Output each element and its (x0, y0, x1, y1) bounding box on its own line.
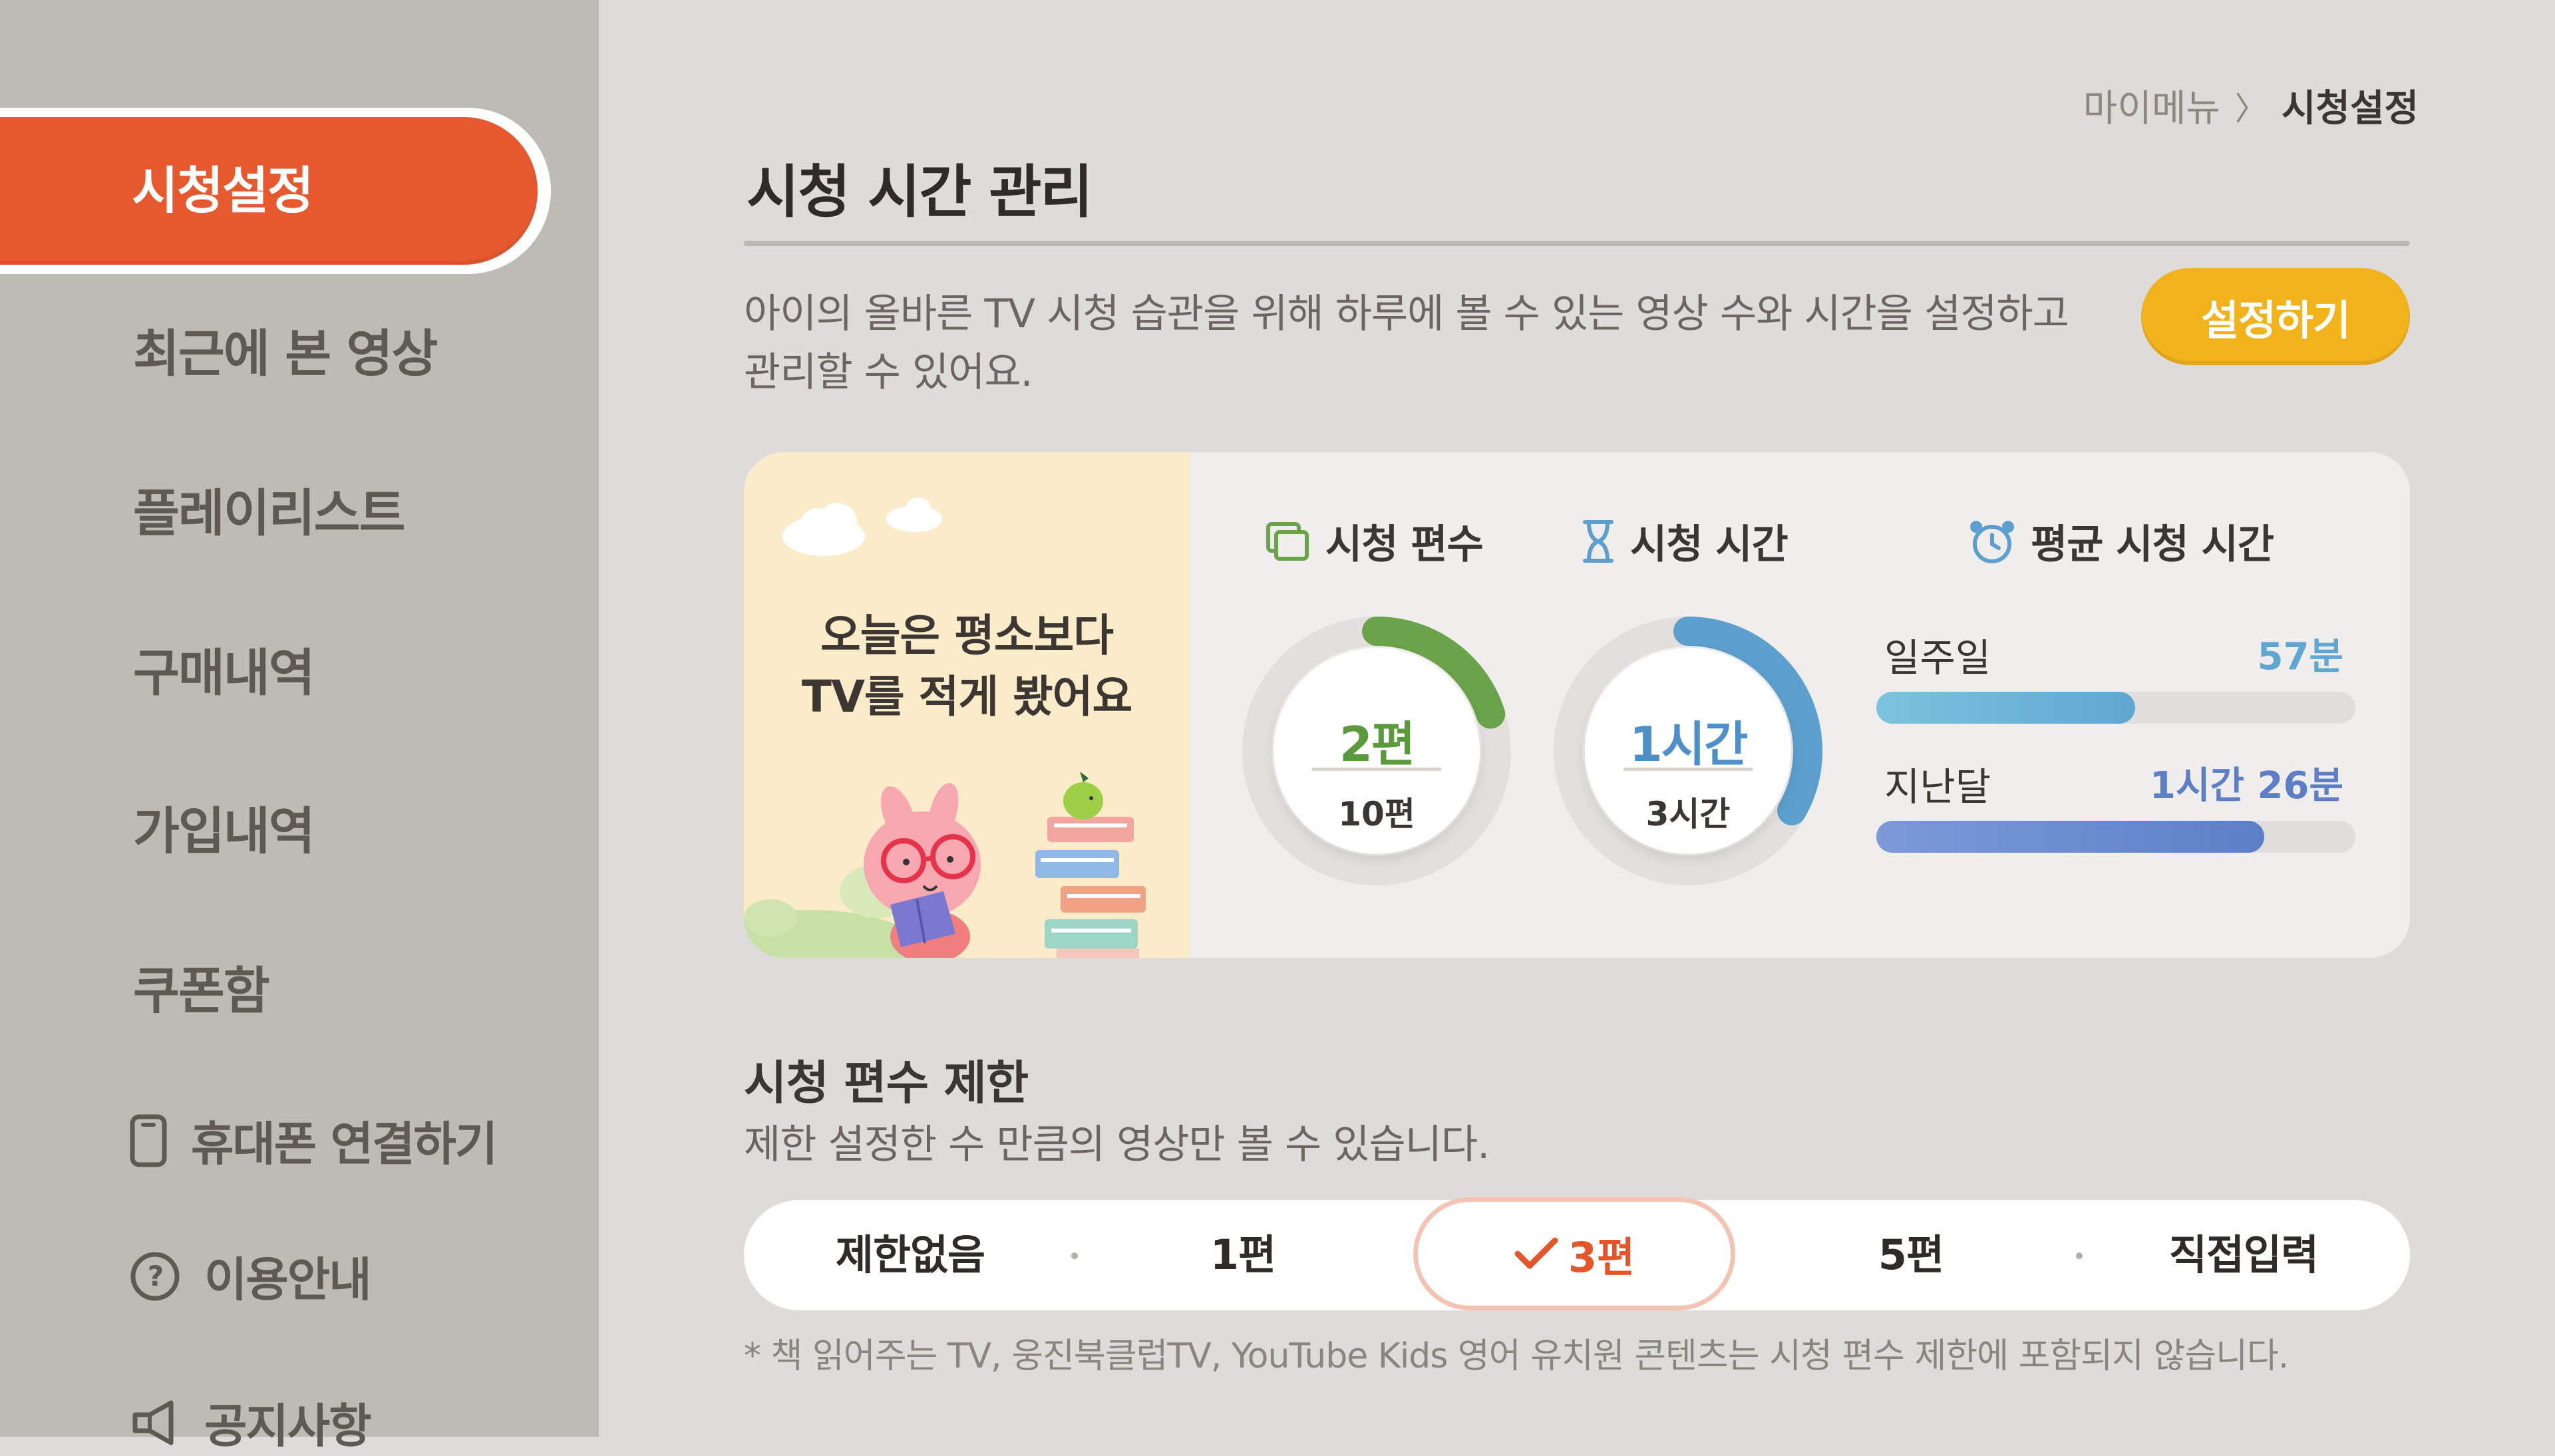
episodes-label: 시청 편수 (1325, 521, 1484, 568)
week-value: 57분 (2257, 635, 2343, 678)
sidebar-item-label: 이용안내 (204, 1252, 372, 1307)
sidebar-item-connect-phone[interactable]: 휴대폰 연결하기 (130, 1107, 498, 1174)
limit-option-none[interactable]: 제한없음 (744, 1200, 1077, 1310)
sidebar-item-purchases[interactable]: 구매내역 (133, 632, 315, 705)
limit-option-custom[interactable]: 직접입력 (2077, 1200, 2410, 1310)
description-line-1: 아이의 올바른 TV 시청 습관을 위해 하루에 볼 수 있는 영상 수와 시간… (744, 291, 2069, 337)
limit-footnote: * 책 읽어주는 TV, 웅진북클럽TV, YouTube Kids 영어 유치… (744, 1336, 2289, 1376)
limit-option-label: 3편 (1568, 1233, 1635, 1282)
episodes-icon (1266, 521, 1309, 561)
sidebar-item-label: 시청설정 (132, 161, 314, 220)
megaphone-icon (132, 1400, 174, 1445)
sidebar-item-notices[interactable]: 공지사항 (130, 1389, 372, 1456)
page-description: 아이의 올바른 TV 시청 습관을 위해 하루에 볼 수 있는 영상 수와 시간… (744, 285, 2101, 402)
sidebar-item-subscriptions[interactable]: 가입내역 (133, 790, 315, 863)
sidebar-item-viewing-settings[interactable]: 시청설정 (0, 108, 551, 274)
sidebar-item-help[interactable]: ? 이용안내 (130, 1242, 372, 1310)
phone-icon (130, 1114, 167, 1167)
title-divider (744, 241, 2410, 246)
time-watched: 1시간 (1629, 716, 1749, 772)
svg-text:?: ? (148, 1260, 162, 1292)
month-bar-fill (1876, 821, 2265, 853)
sidebar-item-recent-videos[interactable]: 최근에 본 영상 (133, 313, 438, 386)
alarm-clock-icon (1970, 520, 2014, 563)
sidebar: 시청설정 최근에 본 영상 플레이리스트 구매내역 가입내역 쿠폰함 휴대폰 연… (0, 0, 599, 1453)
breadcrumb-current: 시청설정 (2281, 87, 2419, 130)
month-value: 1시간 26분 (2150, 764, 2343, 807)
average-header: 평균 시청 시간 (1968, 512, 2274, 570)
limit-section-description: 제한 설정한 수 만큼의 영상만 볼 수 있습니다. (744, 1121, 1490, 1168)
hourglass-icon (1583, 519, 1614, 563)
episodes-ring: 2편 10편 (1240, 615, 1513, 887)
episode-limit-selector: 제한없음 1편 3편 5편 직접입력 (744, 1197, 2410, 1310)
sidebar-item-label: 휴대폰 연결하기 (191, 1117, 498, 1171)
chevron-right-icon: 〉 (2234, 90, 2267, 128)
time-header: 시청 시간 (1581, 512, 1788, 570)
week-label: 일주일 (1884, 635, 1991, 680)
average-label: 평균 시청 시간 (2031, 521, 2274, 568)
week-bar-fill (1876, 692, 2135, 724)
breadcrumb: 마이메뉴 〉 시청설정 (2083, 78, 2419, 132)
help-icon: ? (130, 1252, 180, 1300)
viewing-summary-card: 오늘은 평소보다 TV를 적게 봤어요 시청 편수 2편 10편 시청 시간 1… (744, 452, 2410, 958)
summary-message: 오늘은 평소보다 TV를 적게 봤어요 (744, 605, 1190, 728)
limit-option-5[interactable]: 5편 (1745, 1200, 2077, 1310)
week-bar (1876, 692, 2355, 724)
description-line-2: 관리할 수 있어요. (744, 349, 1033, 396)
checkmark-icon (1514, 1237, 1558, 1269)
sidebar-item-label: 공지사항 (204, 1399, 372, 1453)
time-ring: 1시간 3시간 (1552, 615, 1824, 887)
summary-illustration: 오늘은 평소보다 TV를 적게 봤어요 (744, 452, 1190, 958)
month-bar (1876, 821, 2355, 853)
summary-message-line-1: 오늘은 평소보다 (820, 610, 1114, 661)
episodes-watched: 2편 (1339, 716, 1415, 772)
month-label: 지난달 (1884, 764, 1991, 809)
setup-button[interactable]: 설정하기 (2141, 268, 2410, 365)
sidebar-item-playlist[interactable]: 플레이리스트 (133, 472, 406, 545)
time-limit: 3시간 (1645, 795, 1731, 833)
page-title: 시청 시간 관리 (747, 159, 1093, 225)
time-label: 시청 시간 (1630, 521, 1788, 568)
limit-option-3-selected[interactable]: 3편 (1413, 1197, 1735, 1310)
breadcrumb-parent[interactable]: 마이메뉴 (2083, 78, 2220, 132)
episodes-header: 시청 편수 (1264, 512, 1484, 570)
episodes-limit: 10편 (1338, 795, 1415, 833)
limit-section-title: 시청 편수 제한 (744, 1056, 1029, 1110)
summary-message-line-2: TV를 적게 봤어요 (801, 671, 1132, 722)
limit-option-1[interactable]: 1편 (1077, 1200, 1409, 1310)
sidebar-item-coupons[interactable]: 쿠폰함 (133, 950, 270, 1023)
